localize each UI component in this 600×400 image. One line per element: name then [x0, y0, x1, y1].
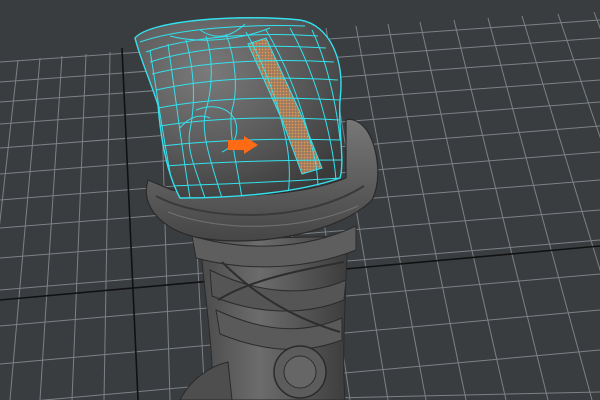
- viewport-canvas[interactable]: [0, 0, 600, 400]
- 3d-viewport[interactable]: [0, 0, 600, 400]
